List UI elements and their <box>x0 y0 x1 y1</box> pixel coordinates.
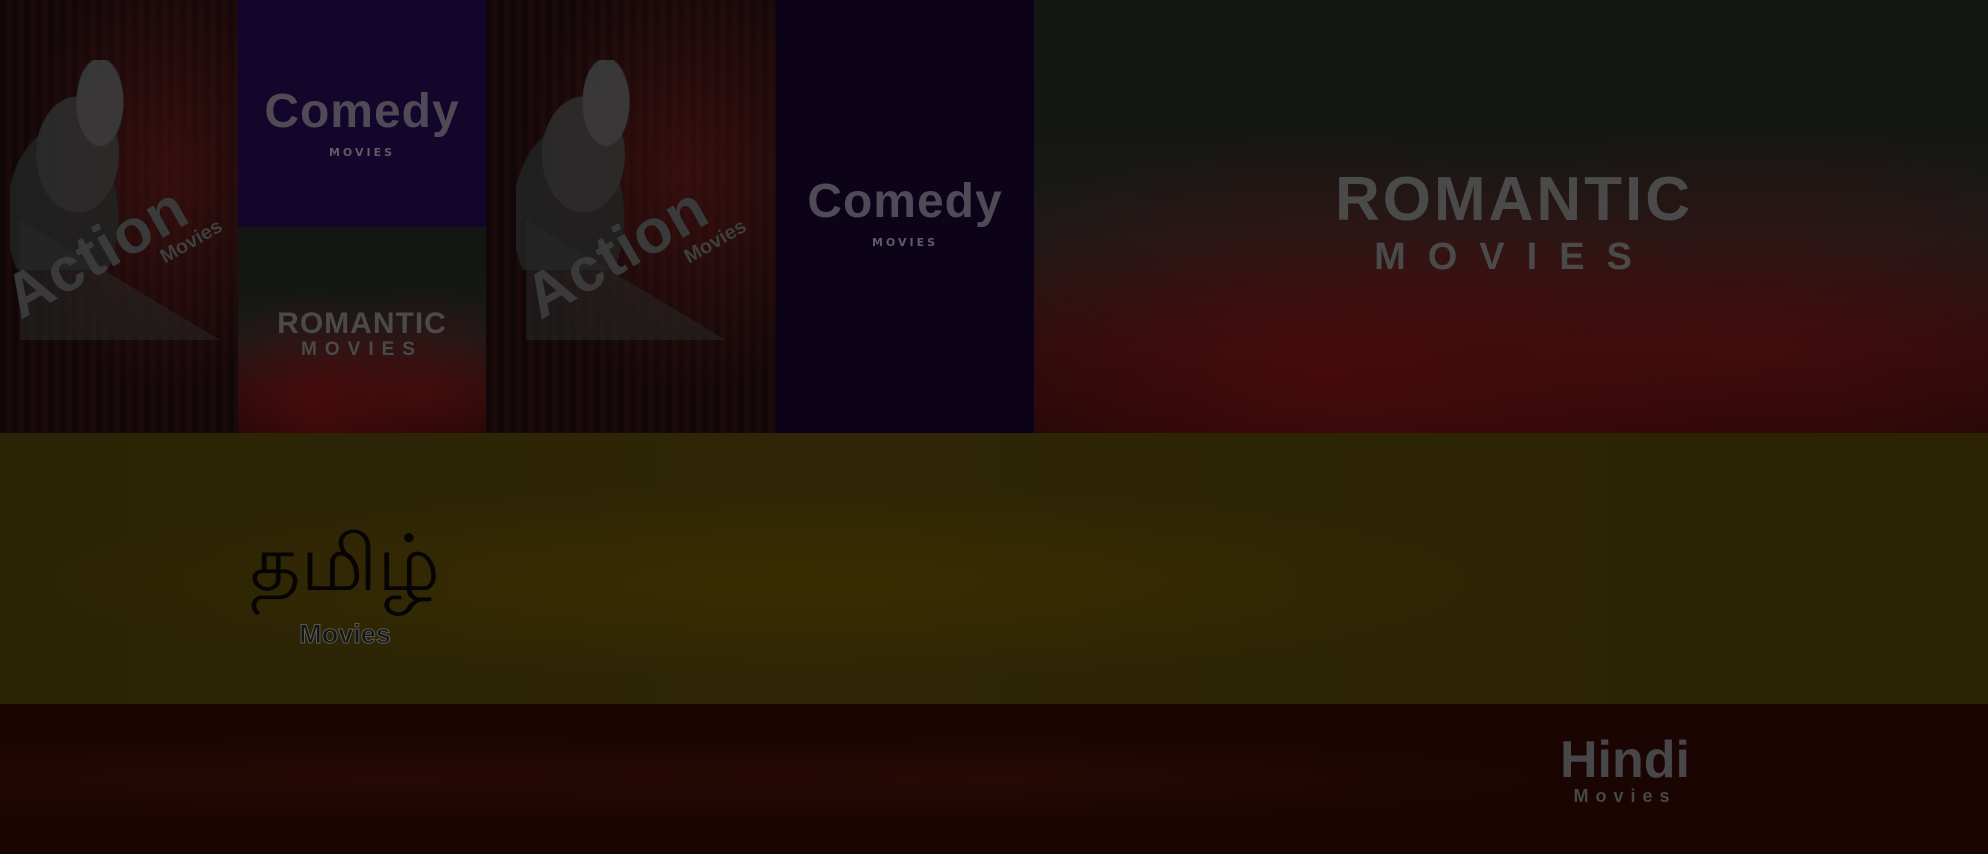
category-grid: Action Movies Comedy MOVIES ROMANTIC MOV… <box>0 0 1988 433</box>
romantic-movies-tile-large[interactable]: ROMANTIC MOVIES <box>1034 0 1988 433</box>
comedy-movies-tile[interactable]: Comedy MOVIES <box>238 0 486 227</box>
romantic-large-title: ROMANTIC <box>1334 165 1694 234</box>
action-movies-tile[interactable]: Action Movies <box>0 0 238 433</box>
romantic-small-subtitle: MOVIES <box>301 339 423 360</box>
comedy-tile-title: Comedy <box>807 175 1003 228</box>
comedy-tile-subtitle: MOVIES <box>871 236 939 249</box>
tamil-banner-title: தமிழ் <box>249 519 441 609</box>
hindi-movies-banner[interactable]: Hindi Movies <box>0 704 1988 854</box>
comedy-tile-subtitle: MOVIES <box>328 146 396 159</box>
comedy-tile-title: Comedy <box>264 85 460 138</box>
romantic-movies-tile-small[interactable]: ROMANTIC MOVIES <box>238 227 486 433</box>
hindi-banner-title: Hindi <box>1560 731 1690 789</box>
romantic-small-title: ROMANTIC <box>277 307 447 340</box>
action-movies-tile-2[interactable]: Action Movies <box>486 0 776 433</box>
comedy-movies-tile-2[interactable]: Comedy MOVIES <box>776 0 1034 433</box>
romantic-large-subtitle: MOVIES <box>1374 236 1654 278</box>
hindi-banner-subtitle: Movies <box>1573 786 1677 806</box>
tamil-movies-banner[interactable]: தமிழ் Movies <box>0 433 1988 704</box>
tamil-banner-subtitle: Movies <box>299 619 392 650</box>
